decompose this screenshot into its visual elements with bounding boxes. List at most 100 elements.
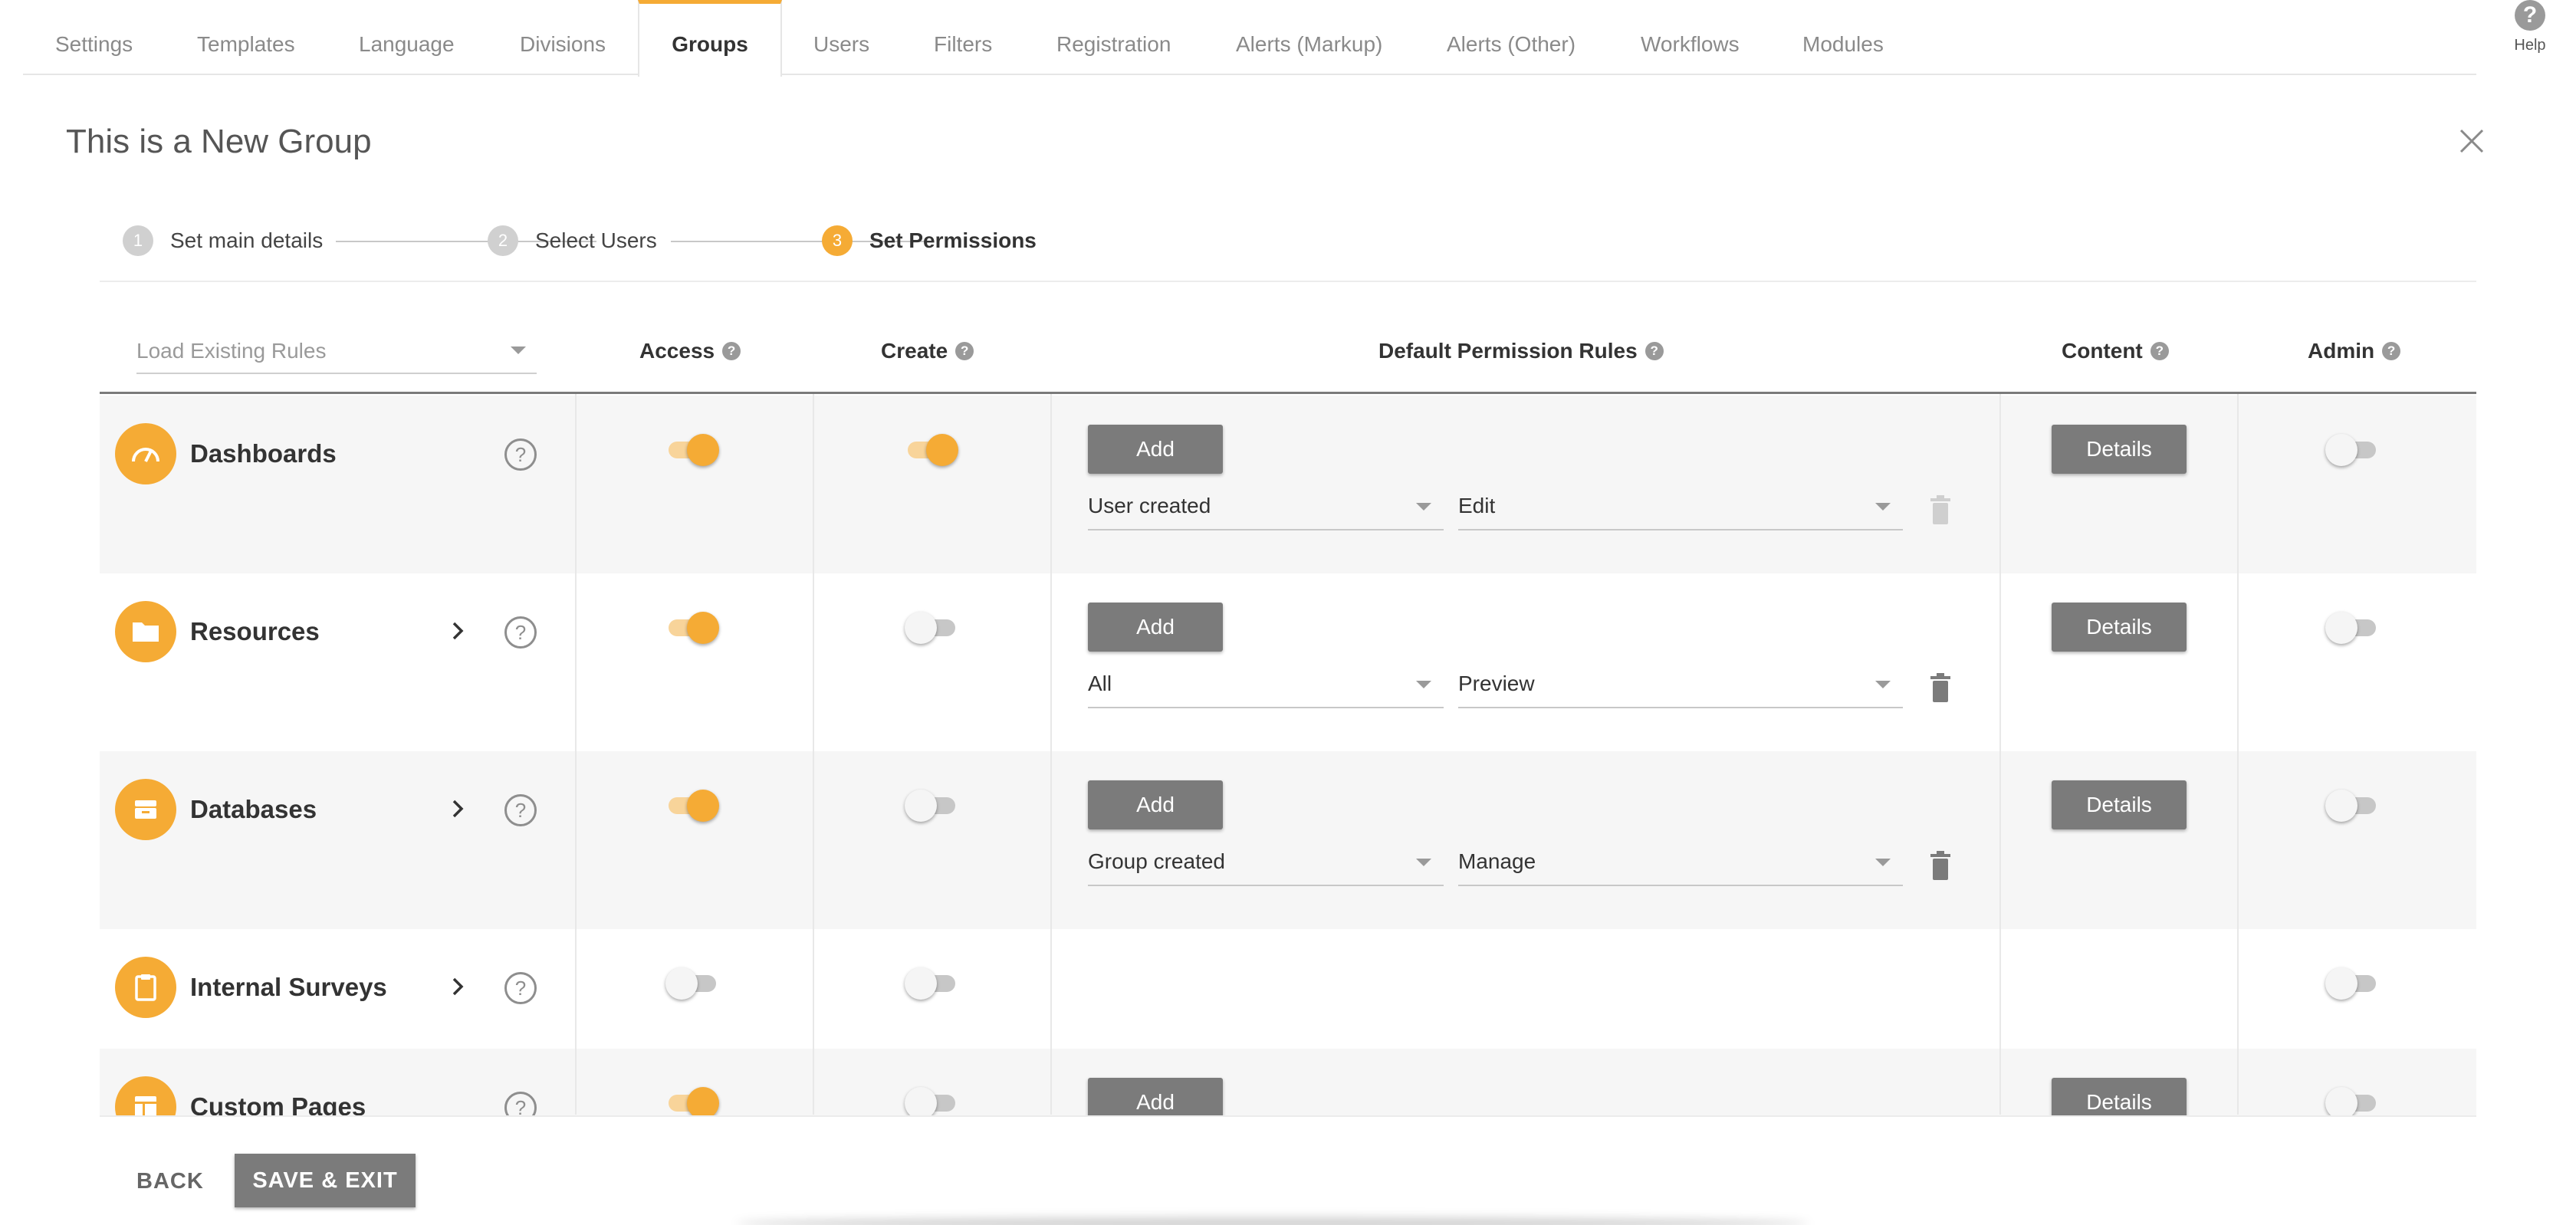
access-toggle[interactable]	[665, 788, 719, 822]
module-name: Resources	[190, 617, 320, 645]
step-number: 2	[488, 225, 518, 256]
access-toggle[interactable]	[665, 610, 719, 644]
create-toggle[interactable]	[905, 432, 958, 466]
load-rules-placeholder: Load Existing Rules	[136, 339, 327, 363]
module-name: Databases	[190, 795, 317, 823]
save-exit-button[interactable]: SAVE & EXIT	[235, 1154, 416, 1207]
admin-toggle[interactable]	[2325, 610, 2379, 644]
module-icon	[115, 957, 176, 1018]
chevron-down-icon	[1416, 859, 1431, 866]
help-circle-icon[interactable]: ?	[504, 616, 537, 649]
table-row-custom-pages: Custom Pages ? Add Details	[100, 1049, 2476, 1115]
add-rule-button[interactable]: Add	[1088, 780, 1223, 829]
database-icon	[135, 800, 156, 819]
create-toggle[interactable]	[905, 788, 958, 822]
close-icon[interactable]	[2453, 123, 2490, 159]
step-label: Set main details	[170, 228, 324, 252]
step-set-permissions[interactable]: 3 Set Permissions	[822, 222, 1037, 259]
details-button[interactable]: Details	[2052, 603, 2187, 652]
trash-icon	[1930, 495, 1950, 524]
help-label: Help	[2514, 37, 2546, 54]
trash-icon[interactable]	[1929, 673, 1952, 704]
tab-alerts-other[interactable]: Alerts (Other)	[1447, 0, 1576, 75]
tab-divisions[interactable]: Divisions	[520, 0, 606, 75]
rule-scope-select[interactable]: User created	[1088, 489, 1444, 530]
rule-permission-select[interactable]: Manage	[1458, 845, 1903, 886]
create-toggle[interactable]	[905, 610, 958, 644]
chevron-right-icon[interactable]	[446, 975, 469, 998]
admin-toggle[interactable]	[2325, 788, 2379, 822]
chevron-down-icon	[1875, 859, 1891, 866]
permissions-table: Load Existing Rules Access? Create? Defa…	[100, 307, 2476, 1115]
table-row-databases: Databases ? Add Group created Manage Det…	[100, 751, 2476, 929]
chevron-down-icon	[1875, 681, 1891, 688]
module-icon	[115, 601, 176, 662]
chevron-right-icon[interactable]	[446, 619, 469, 642]
column-divider	[1050, 394, 1052, 1115]
tab-language[interactable]: Language	[359, 0, 455, 75]
tab-users[interactable]: Users	[813, 0, 869, 75]
help-button[interactable]: ? Help	[2507, 0, 2553, 54]
create-toggle[interactable]	[905, 1085, 958, 1115]
rule-scope-select[interactable]: Group created	[1088, 845, 1444, 886]
info-icon[interactable]: ?	[955, 342, 974, 360]
add-rule-button[interactable]: Add	[1088, 603, 1223, 652]
rule-permission-select[interactable]: Edit	[1458, 489, 1903, 530]
help-circle-icon[interactable]: ?	[504, 794, 537, 826]
access-toggle[interactable]	[665, 432, 719, 466]
access-toggle[interactable]	[665, 966, 719, 1000]
details-button[interactable]: Details	[2052, 1078, 2187, 1115]
details-button[interactable]: Details	[2052, 425, 2187, 474]
tab-registration[interactable]: Registration	[1056, 0, 1171, 75]
rule-scope-value: All	[1088, 672, 1112, 695]
header-access: Access?	[639, 339, 741, 363]
module-name: Dashboards	[190, 439, 337, 468]
column-divider	[2237, 394, 2239, 1115]
tab-modules[interactable]: Modules	[1802, 0, 1884, 75]
rule-permission-select[interactable]: Preview	[1458, 667, 1903, 708]
tab-alerts-markup[interactable]: Alerts (Markup)	[1236, 0, 1382, 75]
info-icon[interactable]: ?	[1644, 342, 1664, 360]
admin-toggle[interactable]	[2325, 1085, 2379, 1115]
rule-permission-value: Edit	[1458, 494, 1496, 517]
info-icon[interactable]: ?	[722, 342, 741, 360]
divider	[100, 1115, 2476, 1117]
tab-filters[interactable]: Filters	[934, 0, 992, 75]
rule-scope-value: Group created	[1088, 849, 1225, 873]
step-label: Select Users	[535, 228, 657, 252]
access-toggle[interactable]	[665, 1085, 719, 1115]
help-circle-icon[interactable]: ?	[504, 438, 537, 471]
add-rule-button[interactable]: Add	[1088, 425, 1223, 474]
add-rule-button[interactable]: Add	[1088, 1078, 1223, 1115]
tab-workflows[interactable]: Workflows	[1641, 0, 1740, 75]
tab-templates[interactable]: Templates	[197, 0, 295, 75]
admin-toggle[interactable]	[2325, 432, 2379, 466]
table-row-internal-surveys: Internal Surveys ?	[100, 929, 2476, 1049]
back-button[interactable]: BACK	[136, 1169, 204, 1194]
tab-settings[interactable]: Settings	[55, 0, 133, 75]
trash-icon[interactable]	[1929, 851, 1952, 882]
help-icon: ?	[2515, 0, 2545, 31]
load-existing-rules-select[interactable]: Load Existing Rules	[136, 336, 537, 374]
step-number: 1	[123, 225, 153, 256]
module-icon	[115, 423, 176, 484]
header-admin-label: Admin	[2308, 339, 2375, 363]
rule-permission-value: Preview	[1458, 672, 1535, 695]
dialog-title: This is a New Group	[66, 123, 372, 160]
step-number: 3	[822, 225, 853, 256]
chevron-down-icon	[1875, 503, 1891, 511]
create-toggle[interactable]	[905, 966, 958, 1000]
column-divider	[813, 394, 814, 1115]
help-circle-icon[interactable]: ?	[504, 1092, 537, 1115]
rule-scope-select[interactable]: All	[1088, 667, 1444, 708]
tab-groups[interactable]: Groups	[638, 0, 782, 77]
info-icon[interactable]: ?	[2150, 342, 2169, 360]
header-content: Content?	[2062, 339, 2169, 363]
chevron-right-icon[interactable]	[446, 797, 469, 820]
step-select-users[interactable]: 2 Select Users	[488, 222, 657, 259]
help-circle-icon[interactable]: ?	[504, 972, 537, 1004]
step-main-details[interactable]: 1 Set main details	[123, 222, 323, 259]
details-button[interactable]: Details	[2052, 780, 2187, 829]
info-icon[interactable]: ?	[2382, 342, 2401, 360]
admin-toggle[interactable]	[2325, 966, 2379, 1000]
